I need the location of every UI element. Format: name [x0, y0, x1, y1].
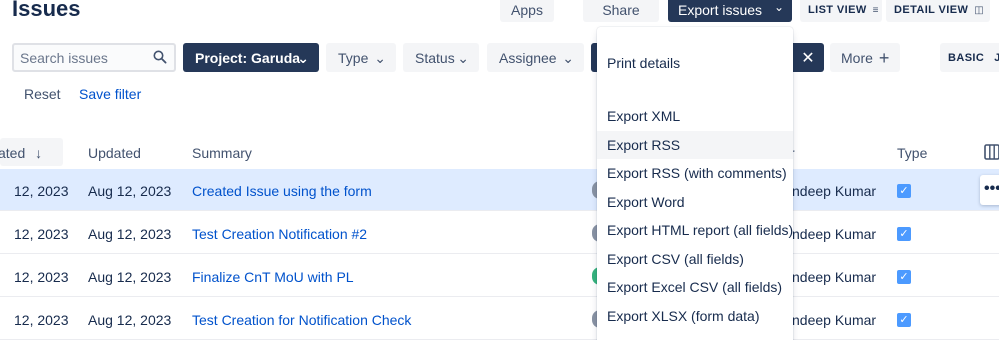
- menu-item-export-csv[interactable]: Export CSV (all fields): [597, 245, 793, 273]
- menu-item-export-rss-comments[interactable]: Export RSS (with comments): [597, 159, 793, 187]
- search-icon: [153, 50, 167, 64]
- task-type-icon: ✓: [897, 227, 911, 241]
- updated-column-header[interactable]: Updated: [88, 145, 141, 161]
- created-cell: 12, 2023: [14, 183, 69, 199]
- assignee-filter-label: Assignee: [499, 49, 557, 66]
- detail-view-button[interactable]: DETAIL VIEW ◫: [886, 0, 990, 22]
- type-filter[interactable]: Type ⌄: [326, 43, 396, 72]
- share-button-label: Share: [602, 2, 640, 18]
- save-filter-link[interactable]: Save filter: [79, 86, 141, 102]
- basic-jql-toggle[interactable]: BASIC J: [940, 43, 999, 72]
- apps-button-label: Apps: [511, 2, 543, 18]
- updated-cell: Aug 12, 2023: [88, 312, 172, 328]
- list-icon: ≡: [872, 4, 879, 16]
- created-header-label: ated: [0, 145, 26, 161]
- list-view-label: LIST VIEW: [808, 4, 867, 16]
- close-icon: ✕: [801, 49, 815, 67]
- table-row[interactable]: 12, 2023 Aug 12, 2023 Test Creation Noti…: [0, 212, 999, 254]
- export-dropdown-menu: Print details Export XML Export RSS Expo…: [597, 27, 793, 340]
- type-column-header[interactable]: Type: [897, 145, 927, 161]
- plus-icon: +: [878, 47, 890, 68]
- task-type-icon: ✓: [897, 313, 911, 327]
- created-cell: 12, 2023: [14, 269, 69, 285]
- menu-item-export-xlsx[interactable]: Export XLSX (form data): [597, 302, 793, 330]
- search-input[interactable]: [20, 49, 148, 66]
- updated-cell: Aug 12, 2023: [88, 226, 172, 242]
- project-filter-label: Project: Garuda: [195, 49, 301, 66]
- created-column-header[interactable]: ated ↓: [0, 145, 42, 161]
- menu-item-export-excel-csv[interactable]: Export Excel CSV (all fields): [597, 273, 793, 301]
- list-view-button[interactable]: LIST VIEW ≡: [800, 0, 882, 22]
- summary-link[interactable]: Finalize CnT MoU with PL: [192, 269, 354, 285]
- page-title: Issues: [12, 0, 81, 21]
- updated-cell: Aug 12, 2023: [88, 269, 172, 285]
- sort-down-arrow-icon: ↓: [35, 145, 43, 161]
- chevron-down-icon: ⌄: [773, 0, 784, 14]
- created-cell: 12, 2023: [14, 312, 69, 328]
- summary-column-header[interactable]: Summary: [192, 145, 252, 161]
- share-button[interactable]: Share: [583, 0, 659, 22]
- updated-cell: Aug 12, 2023: [88, 183, 172, 199]
- type-filter-label: Type: [338, 49, 369, 66]
- export-issues-button[interactable]: Export issues ⌄: [668, 0, 792, 22]
- columns-icon[interactable]: [984, 144, 999, 160]
- chevron-down-icon: ⌄: [374, 50, 386, 66]
- assignee-filter[interactable]: Assignee ⌄: [487, 43, 584, 72]
- chevron-down-icon: ⌄: [562, 50, 574, 66]
- more-filters-label: More: [841, 49, 873, 66]
- menu-item-export-xml[interactable]: Export XML: [597, 102, 793, 130]
- search-issues-field[interactable]: [12, 43, 176, 72]
- clear-filter-button[interactable]: ✕: [792, 43, 824, 72]
- status-filter[interactable]: Status ⌄: [403, 43, 479, 72]
- menu-item-export-word[interactable]: Export Word: [597, 188, 793, 216]
- reporter-cell: ndeep Kumar: [792, 183, 877, 199]
- basic-label[interactable]: BASIC: [948, 52, 984, 64]
- summary-link[interactable]: Test Creation for Notification Check: [192, 312, 411, 328]
- summary-link[interactable]: Created Issue using the form: [192, 183, 372, 199]
- project-filter[interactable]: Project: Garuda ⌄: [183, 43, 319, 72]
- more-filters-button[interactable]: More +: [830, 43, 900, 72]
- menu-item-export-html[interactable]: Export HTML report (all fields): [597, 216, 793, 244]
- detail-view-label: DETAIL VIEW: [894, 4, 969, 16]
- chevron-down-icon: ⌄: [457, 50, 469, 66]
- status-filter-label: Status: [415, 49, 455, 66]
- more-actions-icon[interactable]: •••: [980, 175, 999, 205]
- chevron-down-icon: ⌄: [297, 50, 309, 66]
- table-row[interactable]: 12, 2023 Aug 12, 2023 Created Issue usin…: [0, 169, 999, 211]
- jql-label[interactable]: J: [994, 52, 999, 64]
- reporter-cell: ndeep Kumar: [792, 226, 877, 242]
- table-row[interactable]: 12, 2023 Aug 12, 2023 Test Creation for …: [0, 298, 999, 340]
- export-issues-label: Export issues: [678, 2, 763, 18]
- reporter-cell: ndeep Kumar: [792, 312, 877, 328]
- reset-link[interactable]: Reset: [24, 86, 61, 102]
- task-type-icon: ✓: [897, 270, 911, 284]
- created-cell: 12, 2023: [14, 226, 69, 242]
- table-row[interactable]: 12, 2023 Aug 12, 2023 Finalize CnT MoU w…: [0, 255, 999, 297]
- menu-item-print-details[interactable]: Print details: [597, 49, 793, 77]
- detail-view-icon: ◫: [974, 4, 985, 16]
- task-type-icon: ✓: [897, 184, 911, 198]
- apps-button[interactable]: Apps: [500, 0, 554, 22]
- menu-item-export-rss[interactable]: Export RSS: [597, 131, 793, 159]
- reporter-cell: ndeep Kumar: [792, 269, 877, 285]
- summary-link[interactable]: Test Creation Notification #2: [192, 226, 367, 242]
